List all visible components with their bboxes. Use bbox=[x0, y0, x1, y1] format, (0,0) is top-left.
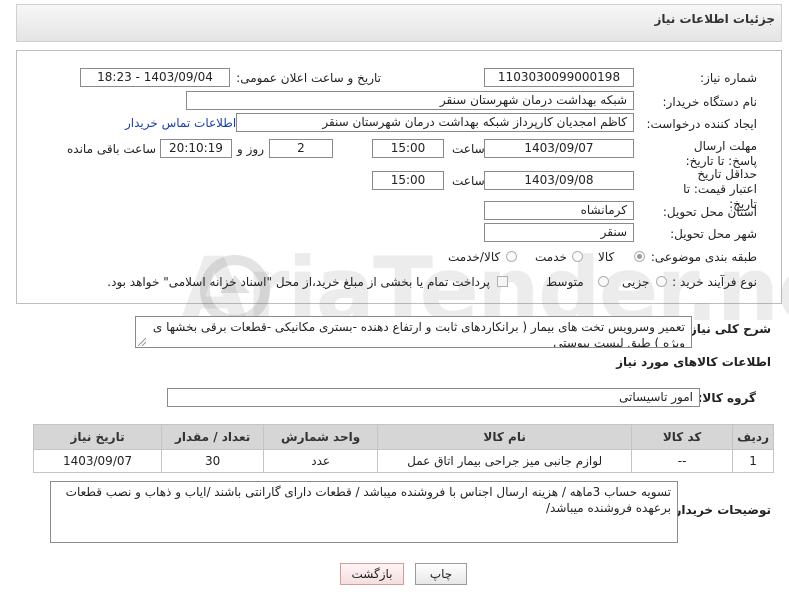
cell-row-number: 1 bbox=[732, 449, 774, 473]
deadline-date-field: 1403/09/07 bbox=[484, 139, 634, 158]
category-radio-service[interactable] bbox=[572, 251, 583, 262]
goods-section-title: اطلاعات کالاهای مورد نیاز bbox=[616, 355, 771, 369]
announce-label: تاریخ و ساعت اعلان عمومی: bbox=[236, 71, 381, 85]
buyer-notes-text: تسویه حساب 3ماهه / هزینه ارسال اجناس با … bbox=[65, 485, 671, 515]
col-unit: واحد شمارش bbox=[263, 424, 379, 450]
price-validity-date-field: 1403/09/08 bbox=[484, 171, 634, 190]
city-field: سنقر bbox=[484, 223, 634, 242]
deadline-time-field: 15:00 bbox=[372, 139, 444, 158]
need-number-field: 1103030099000198 bbox=[484, 68, 634, 87]
category-option-service: خدمت bbox=[535, 250, 567, 264]
province-field: کرمانشاه bbox=[484, 201, 634, 220]
goods-table-header-row: ردیف کد کالا نام کالا واحد شمارش تعداد /… bbox=[32, 424, 774, 450]
treasury-payment-checkbox[interactable] bbox=[497, 276, 508, 287]
cell-item-name: لوازم جانبی میز جراحی بیمار اتاق عمل bbox=[377, 449, 633, 473]
category-option-goods: کالا bbox=[598, 250, 615, 264]
cell-unit: عدد bbox=[263, 449, 379, 473]
remaining-time-label: ساعت باقی مانده bbox=[67, 142, 157, 156]
page-title: جزئیات اطلاعات نیاز bbox=[654, 12, 775, 26]
purchase-radio-minor[interactable] bbox=[656, 276, 667, 287]
category-label: طبقه بندی موضوعی: bbox=[650, 250, 757, 264]
purchase-type-label: نوع فرآیند خرید : bbox=[672, 275, 757, 289]
province-label: استان محل تحویل: bbox=[662, 205, 757, 219]
buyer-notes-textarea: تسویه حساب 3ماهه / هزینه ارسال اجناس با … bbox=[50, 481, 678, 543]
requester-label: ایجاد کننده درخواست: bbox=[646, 117, 757, 131]
goods-group-field: امور تاسیساتی bbox=[167, 388, 700, 407]
purchase-option-medium: متوسط bbox=[546, 275, 584, 289]
requester-field: کاظم امجدیان کارپرداز شبکه بهداشت درمان … bbox=[236, 113, 634, 132]
category-radio-goods[interactable] bbox=[634, 251, 645, 262]
price-validity-time-field: 15:00 bbox=[372, 171, 444, 190]
deadline-time-label: ساعت bbox=[452, 142, 485, 156]
table-row: 1 -- لوازم جانبی میز جراحی بیمار اتاق عم… bbox=[32, 449, 774, 473]
print-button[interactable]: چاپ bbox=[415, 563, 467, 585]
description-resize-handle[interactable] bbox=[138, 338, 146, 346]
category-option-both: کالا/خدمت bbox=[448, 250, 501, 264]
description-label: شرح کلی نیاز: bbox=[685, 322, 771, 336]
deadline-label: مهلت ارسال پاسخ: تا تاریخ: bbox=[685, 139, 757, 168]
cell-need-date: 1403/09/07 bbox=[32, 449, 163, 473]
buyer-org-field: شبکه بهداشت درمان شهرستان سنقر bbox=[186, 91, 634, 110]
cell-item-code: -- bbox=[631, 449, 734, 473]
col-row-number: ردیف bbox=[732, 424, 774, 450]
deadline-days-field: 2 bbox=[269, 139, 333, 158]
announce-field: 1403/09/04 - 18:23 bbox=[80, 68, 230, 87]
city-label: شهر محل تحویل: bbox=[670, 227, 757, 241]
col-item-name: نام کالا bbox=[377, 424, 633, 450]
purchase-radio-medium[interactable] bbox=[598, 276, 609, 287]
description-text: تعمیر وسرویس تخت های بیمار ( برانکاردهای… bbox=[152, 320, 685, 348]
treasury-payment-note: پرداخت تمام یا بخشی از مبلغ خرید،از محل … bbox=[107, 275, 490, 289]
goods-table: ردیف کد کالا نام کالا واحد شمارش تعداد /… bbox=[32, 424, 774, 473]
buyer-notes-label: توضیحات خریدار: bbox=[669, 503, 771, 517]
buyer-contact-link[interactable]: اطلاعات تماس خریدار bbox=[125, 116, 236, 130]
back-button[interactable]: بازگشت bbox=[340, 563, 404, 585]
col-need-date: تاریخ نیاز bbox=[32, 424, 163, 450]
goods-group-label: گروه کالا: bbox=[697, 391, 756, 405]
price-validity-time-label: ساعت bbox=[452, 174, 485, 188]
deadline-days-label: روز و bbox=[237, 142, 264, 156]
cell-quantity: 30 bbox=[161, 449, 265, 473]
description-textarea: تعمیر وسرویس تخت های بیمار ( برانکاردهای… bbox=[135, 316, 692, 348]
purchase-option-minor: جزیی bbox=[622, 275, 650, 289]
remaining-time-field: 20:10:19 bbox=[160, 139, 232, 158]
buyer-org-label: نام دستگاه خریدار: bbox=[662, 95, 758, 109]
need-number-label: شماره نیاز: bbox=[700, 71, 757, 85]
category-radio-both[interactable] bbox=[506, 251, 517, 262]
col-quantity: تعداد / مقدار bbox=[161, 424, 265, 450]
col-item-code: کد کالا bbox=[631, 424, 734, 450]
